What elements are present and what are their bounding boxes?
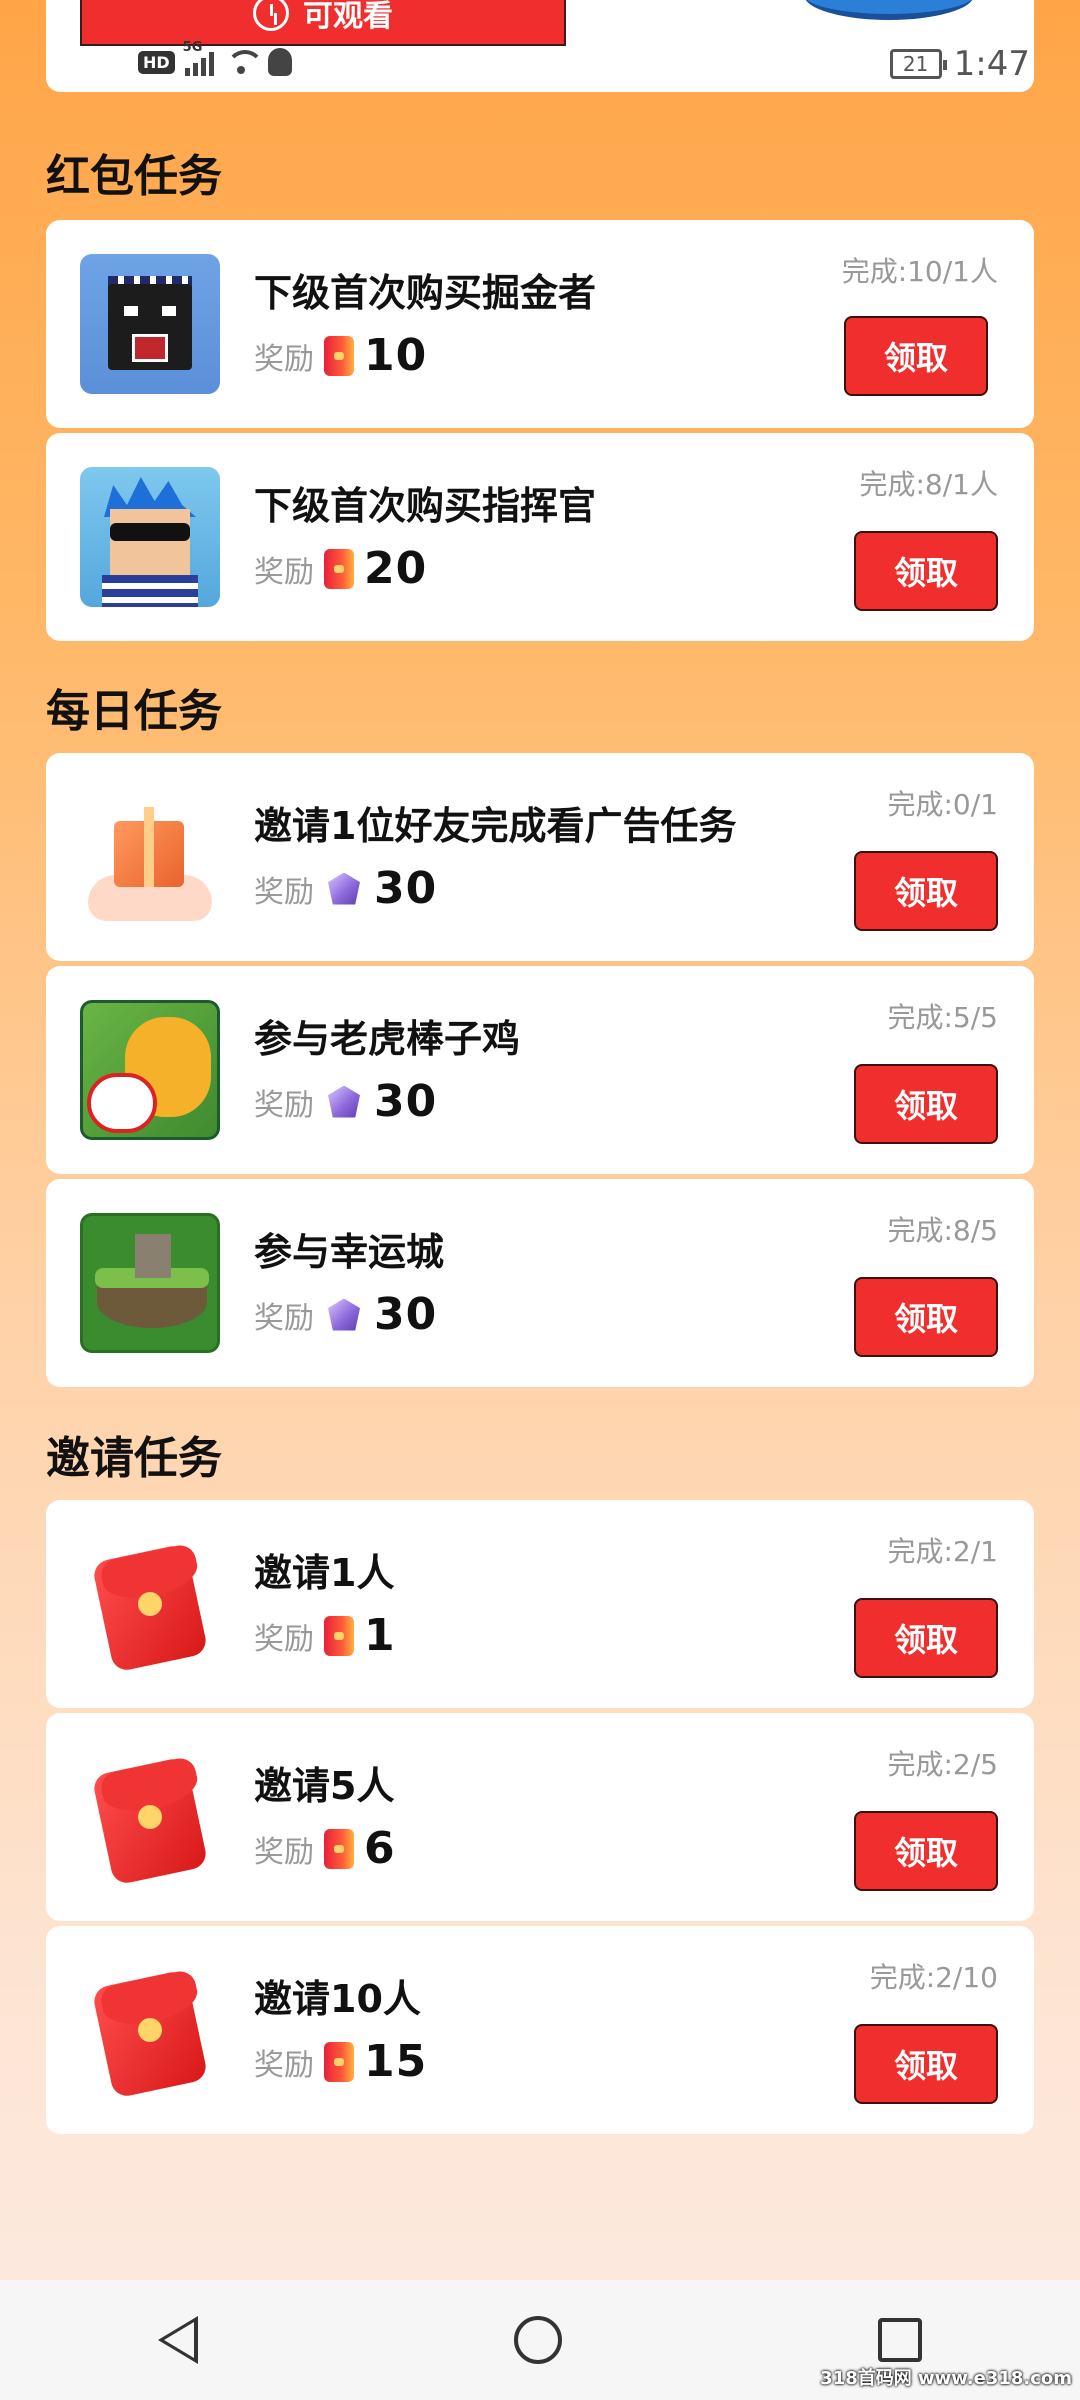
task-name: 邀请5人 <box>254 1764 395 1808</box>
red-envelope-icon <box>80 1747 220 1887</box>
redpack-icon <box>324 335 354 376</box>
section-title-invite: 邀请任务 <box>46 1433 222 1484</box>
task-name: 下级首次购买指挥官 <box>254 484 597 528</box>
reward-label: 奖励 <box>254 2047 314 2083</box>
back-icon[interactable] <box>158 2316 198 2364</box>
top-card: 可观看 HD 5G 21 1:47 <box>46 0 1034 92</box>
recent-apps-icon[interactable] <box>878 2318 922 2362</box>
progress-status: 完成:0/1 <box>887 788 999 821</box>
reward-value: 1 <box>364 1610 396 1661</box>
watch-button-label: 可观看 <box>303 0 393 34</box>
reward-row: 奖励 1 <box>254 1610 396 1661</box>
signal-icon: 5G <box>183 40 214 76</box>
task-card: 邀请10人 奖励 15 完成:2/10 领取 <box>46 1926 1034 2134</box>
task-name: 参与老虎棒子鸡 <box>254 1017 521 1061</box>
gift-icon <box>80 787 220 927</box>
progress-status: 完成:10/1人 <box>841 255 998 288</box>
progress-status: 完成:2/1 <box>887 1535 999 1568</box>
progress-status: 完成:2/5 <box>887 1748 999 1781</box>
reward-label: 奖励 <box>254 1834 314 1870</box>
red-envelope-icon <box>80 1534 220 1674</box>
reward-row: 奖励 30 <box>254 1289 437 1340</box>
reward-label: 奖励 <box>254 874 314 910</box>
banner-graphic <box>804 0 974 20</box>
reward-row: 奖励 10 <box>254 330 427 381</box>
task-name: 邀请1位好友完成看广告任务 <box>254 804 737 848</box>
task-card: 参与老虎棒子鸡 奖励 30 完成:5/5 领取 <box>46 966 1034 1174</box>
progress-status: 完成:5/5 <box>887 1001 999 1034</box>
task-name: 邀请10人 <box>254 1977 421 2021</box>
reward-row: 奖励 30 <box>254 863 437 914</box>
reward-row: 奖励 6 <box>254 1823 396 1874</box>
gem-icon <box>324 869 364 909</box>
reward-label: 奖励 <box>254 1300 314 1336</box>
home-icon[interactable] <box>514 2316 562 2364</box>
battery-icon: 21 <box>889 49 947 79</box>
reward-value: 10 <box>364 330 428 381</box>
gem-icon <box>324 1295 364 1335</box>
task-name: 下级首次购买掘金者 <box>254 271 597 315</box>
reward-value: 30 <box>374 1076 438 1127</box>
clock-icon <box>253 0 289 31</box>
miner-icon <box>80 254 220 394</box>
status-bar-left: HD 5G <box>138 40 292 76</box>
status-bar-right: 21 1:47 <box>889 44 1030 84</box>
red-envelope-icon <box>80 1960 220 2100</box>
claim-button[interactable]: 领取 <box>854 531 998 611</box>
redpack-icon <box>324 1615 354 1656</box>
claim-button[interactable]: 领取 <box>854 1064 998 1144</box>
section-title-daily: 每日任务 <box>46 686 222 737</box>
reward-label: 奖励 <box>254 341 314 377</box>
progress-status: 完成:8/1人 <box>859 468 999 501</box>
progress-status: 完成:2/10 <box>869 1961 998 1994</box>
gem-icon <box>324 1082 364 1122</box>
task-card: 邀请1位好友完成看广告任务 奖励 30 完成:0/1 领取 <box>46 753 1034 961</box>
reward-value: 6 <box>364 1823 396 1874</box>
reward-value: 15 <box>364 2036 428 2087</box>
battery-level: 21 <box>902 52 929 76</box>
watermark: 318首码网 www.e318.com <box>820 2368 1072 2389</box>
claim-button[interactable]: 领取 <box>854 1277 998 1357</box>
task-card: 参与幸运城 奖励 30 完成:8/5 领取 <box>46 1179 1034 1387</box>
watch-button[interactable]: 可观看 <box>80 0 566 46</box>
section-title-redpack: 红包任务 <box>46 151 222 202</box>
castle-icon <box>80 1213 220 1353</box>
commander-icon <box>80 467 220 607</box>
hd-icon: HD <box>138 50 175 74</box>
task-name: 邀请1人 <box>254 1551 395 1595</box>
reward-label: 奖励 <box>254 1621 314 1657</box>
redpack-icon <box>324 2041 354 2082</box>
status-time: 1:47 <box>953 44 1030 84</box>
task-card: 邀请5人 奖励 6 完成:2/5 领取 <box>46 1713 1034 1921</box>
task-name: 参与幸运城 <box>254 1230 445 1274</box>
progress-status: 完成:8/5 <box>887 1214 999 1247</box>
claim-button[interactable]: 领取 <box>854 1811 998 1891</box>
tiger-icon <box>80 1000 220 1140</box>
reward-label: 奖励 <box>254 554 314 590</box>
qq-icon <box>267 48 292 76</box>
claim-button[interactable]: 领取 <box>854 2024 998 2104</box>
reward-value: 30 <box>374 863 438 914</box>
network-type: 5G <box>182 40 203 55</box>
reward-value: 20 <box>364 543 428 594</box>
claim-button[interactable]: 领取 <box>854 1598 998 1678</box>
claim-button[interactable]: 领取 <box>844 316 988 396</box>
reward-row: 奖励 15 <box>254 2036 427 2087</box>
task-card: 下级首次购买指挥官 奖励 20 完成:8/1人 领取 <box>46 433 1034 641</box>
task-card: 邀请1人 奖励 1 完成:2/1 领取 <box>46 1500 1034 1708</box>
reward-value: 30 <box>374 1289 438 1340</box>
claim-button[interactable]: 领取 <box>854 851 998 931</box>
reward-row: 奖励 20 <box>254 543 427 594</box>
wifi-icon <box>224 48 264 76</box>
redpack-icon <box>324 548 354 589</box>
task-card: 下级首次购买掘金者 奖励 10 完成:10/1人 领取 <box>46 220 1034 428</box>
reward-label: 奖励 <box>254 1087 314 1123</box>
redpack-icon <box>324 1828 354 1869</box>
reward-row: 奖励 30 <box>254 1076 437 1127</box>
